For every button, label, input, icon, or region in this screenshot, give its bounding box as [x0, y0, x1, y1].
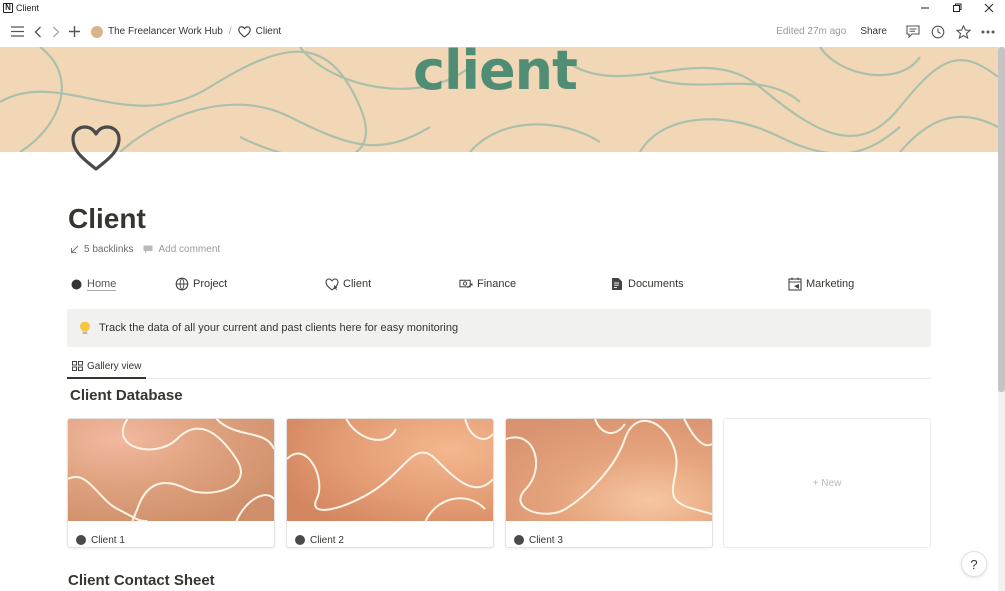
nav-link-documents[interactable]: Documents	[610, 277, 684, 291]
page-heart-icon[interactable]	[69, 124, 123, 174]
nav-link-home[interactable]: Home	[69, 277, 117, 291]
circle-icon	[69, 277, 83, 291]
favorite-star-icon[interactable]	[954, 23, 972, 41]
close-window-button[interactable]	[973, 0, 1005, 16]
nav-label-project: Project	[193, 278, 228, 290]
nav-label-marketing: Marketing	[806, 278, 855, 290]
card-cover-image	[68, 419, 274, 522]
tab-gallery-view[interactable]: Gallery view	[67, 355, 147, 379]
minimize-button[interactable]	[909, 0, 941, 16]
page-title[interactable]: Client	[68, 203, 146, 235]
nav-label-documents: Documents	[628, 278, 684, 290]
card-cover-image	[287, 419, 493, 522]
history-clock-icon[interactable]	[929, 23, 947, 41]
topbar: The Freelancer Work Hub / Client Edited …	[0, 16, 1005, 47]
document-icon	[610, 277, 624, 291]
restore-button[interactable]	[941, 0, 973, 16]
back-arrow-icon[interactable]	[30, 24, 46, 40]
card-title: Client 2	[310, 534, 344, 546]
breadcrumb-separator: /	[228, 26, 232, 37]
breadcrumb-current-page[interactable]: Client	[256, 26, 282, 37]
card-title: Client 3	[529, 534, 563, 546]
new-card-label: + New	[812, 477, 842, 489]
sidebar-menu-icon[interactable]	[9, 24, 25, 40]
card-footer: Client 1	[68, 526, 274, 547]
money-icon	[459, 277, 473, 291]
smiley-icon	[295, 535, 305, 545]
tab-gallery-label: Gallery view	[87, 360, 142, 372]
page-cover[interactable]: client	[0, 47, 998, 152]
gallery-icon	[72, 361, 83, 371]
window-controls	[909, 0, 1005, 16]
edited-timestamp: Edited 27m ago	[776, 26, 847, 37]
gallery-card[interactable]: Client 1	[67, 418, 275, 548]
new-page-plus-icon[interactable]	[66, 24, 82, 40]
globe-plus-icon	[175, 277, 189, 291]
breadcrumb-workspace[interactable]: The Freelancer Work Hub	[108, 26, 223, 37]
nav-link-project[interactable]: Project	[175, 277, 227, 291]
window-titlebar: N Client	[0, 0, 1005, 16]
heart-icon	[237, 25, 251, 38]
notion-logo-icon: N	[3, 3, 13, 13]
database-view-tabs: Gallery view	[67, 355, 931, 379]
comment-icon[interactable]	[904, 23, 922, 41]
workspace-avatar-icon	[91, 25, 103, 38]
database-title[interactable]: Client Database	[70, 387, 183, 404]
page-meta: 5 backlinks Add comment	[70, 244, 220, 255]
backlinks-link[interactable]: 5 backlinks	[84, 244, 133, 255]
backlink-arrow-icon	[70, 245, 79, 254]
section-title[interactable]: Client Contact Sheet	[68, 572, 215, 589]
nav-label-finance: Finance	[477, 278, 517, 290]
cover-title-art: client	[413, 47, 578, 102]
scrollbar-thumb[interactable]	[998, 47, 1005, 392]
lightbulb-icon	[79, 321, 91, 335]
gallery-card[interactable]: Client 3	[505, 418, 713, 548]
callout-text: Track the data of all your current and p…	[99, 322, 459, 334]
forward-arrow-icon[interactable]	[48, 24, 64, 40]
card-title: Client 1	[91, 534, 125, 546]
add-comment-link[interactable]: Add comment	[158, 244, 220, 255]
heart-cursor-icon	[325, 277, 339, 291]
new-card-button[interactable]: + New	[723, 418, 931, 548]
nav-link-marketing[interactable]: Marketing	[788, 277, 854, 291]
help-button[interactable]: ?	[961, 551, 987, 577]
nav-link-client[interactable]: Client	[325, 277, 371, 291]
card-footer: Client 2	[287, 526, 493, 547]
smiley-icon	[76, 535, 86, 545]
card-footer: Client 3	[506, 526, 712, 547]
smiley-icon	[514, 535, 524, 545]
share-button[interactable]: Share	[860, 26, 887, 37]
window-title: Client	[16, 3, 40, 13]
nav-link-finance[interactable]: Finance	[459, 277, 516, 291]
gallery-card[interactable]: Client 2	[286, 418, 494, 548]
card-cover-image	[506, 419, 712, 521]
callout-block[interactable]: Track the data of all your current and p…	[67, 309, 931, 347]
nav-label-client: Client	[343, 278, 372, 290]
topbar-actions: Edited 27m ago Share	[776, 16, 997, 47]
more-options-icon[interactable]	[979, 23, 997, 41]
calendar-icon	[788, 277, 802, 291]
nav-label-home: Home	[87, 277, 117, 291]
comment-bubble-icon	[143, 245, 153, 254]
